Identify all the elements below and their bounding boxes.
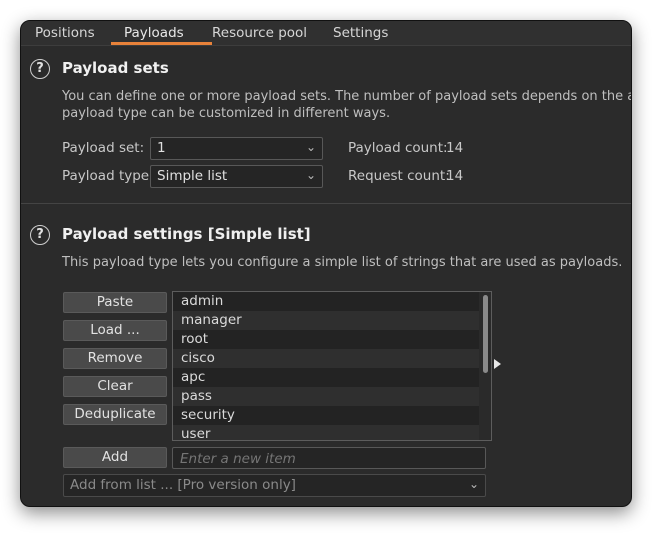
chevron-down-icon: ⌄ [468, 477, 479, 491]
list-item[interactable]: cisco [173, 349, 479, 368]
payload-count-label: Payload count: [348, 140, 448, 156]
payload-list[interactable]: admin manager root cisco apc pass securi… [172, 291, 492, 441]
add-button[interactable]: Add [63, 447, 167, 468]
load-button[interactable]: Load ... [63, 320, 167, 341]
tab-bar: Positions Payloads Resource pool Setting… [21, 21, 631, 46]
payload-set-value: 1 [157, 140, 166, 156]
add-from-list-select[interactable]: Add from list ... [Pro version only] ⌄ [63, 474, 486, 497]
list-item[interactable]: apc [173, 368, 479, 387]
list-item[interactable]: admin [173, 292, 479, 311]
payload-sets-description-line2: payload type can be customized in differ… [62, 106, 391, 121]
chevron-down-icon: ⌄ [305, 168, 316, 182]
payload-set-select[interactable]: 1 ⌄ [150, 137, 323, 160]
remove-button[interactable]: Remove [63, 348, 167, 369]
tab-resource-pool[interactable]: Resource pool [212, 25, 307, 41]
section-divider [21, 203, 631, 204]
tab-settings[interactable]: Settings [333, 25, 388, 41]
list-item[interactable]: pass [173, 387, 479, 406]
intruder-window: Positions Payloads Resource pool Setting… [20, 20, 632, 507]
list-item[interactable]: user [173, 425, 479, 440]
paste-button[interactable]: Paste [63, 292, 167, 313]
new-item-input[interactable] [172, 447, 486, 469]
list-item[interactable]: root [173, 330, 479, 349]
payload-count-value: 14 [446, 140, 464, 156]
payload-type-select[interactable]: Simple list ⌄ [150, 165, 323, 188]
list-scrollbar[interactable] [483, 295, 488, 373]
payload-type-label: Payload type: [62, 168, 154, 184]
deduplicate-button[interactable]: Deduplicate [63, 404, 167, 425]
request-count-value: 14 [446, 168, 464, 184]
add-from-list-value: Add from list ... [Pro version only] [70, 477, 296, 493]
tab-payloads[interactable]: Payloads [124, 25, 184, 41]
active-tab-indicator [111, 42, 212, 45]
chevron-down-icon: ⌄ [305, 140, 316, 154]
tab-positions[interactable]: Positions [35, 25, 95, 41]
request-count-label: Request count: [348, 168, 450, 184]
payload-sets-title: Payload sets [62, 59, 169, 77]
payload-set-label: Payload set: [62, 140, 145, 156]
help-icon[interactable]: ? [30, 59, 50, 79]
payload-type-value: Simple list [157, 168, 228, 184]
payload-sets-description-line1: You can define one or more payload sets.… [62, 89, 632, 104]
payload-settings-description: This payload type lets you configure a s… [62, 255, 623, 270]
expand-arrow-icon[interactable] [494, 359, 501, 369]
list-item[interactable]: security [173, 406, 479, 425]
clear-button[interactable]: Clear [63, 376, 167, 397]
payload-settings-title: Payload settings [Simple list] [62, 225, 311, 243]
list-item[interactable]: manager [173, 311, 479, 330]
help-icon[interactable]: ? [30, 225, 50, 245]
